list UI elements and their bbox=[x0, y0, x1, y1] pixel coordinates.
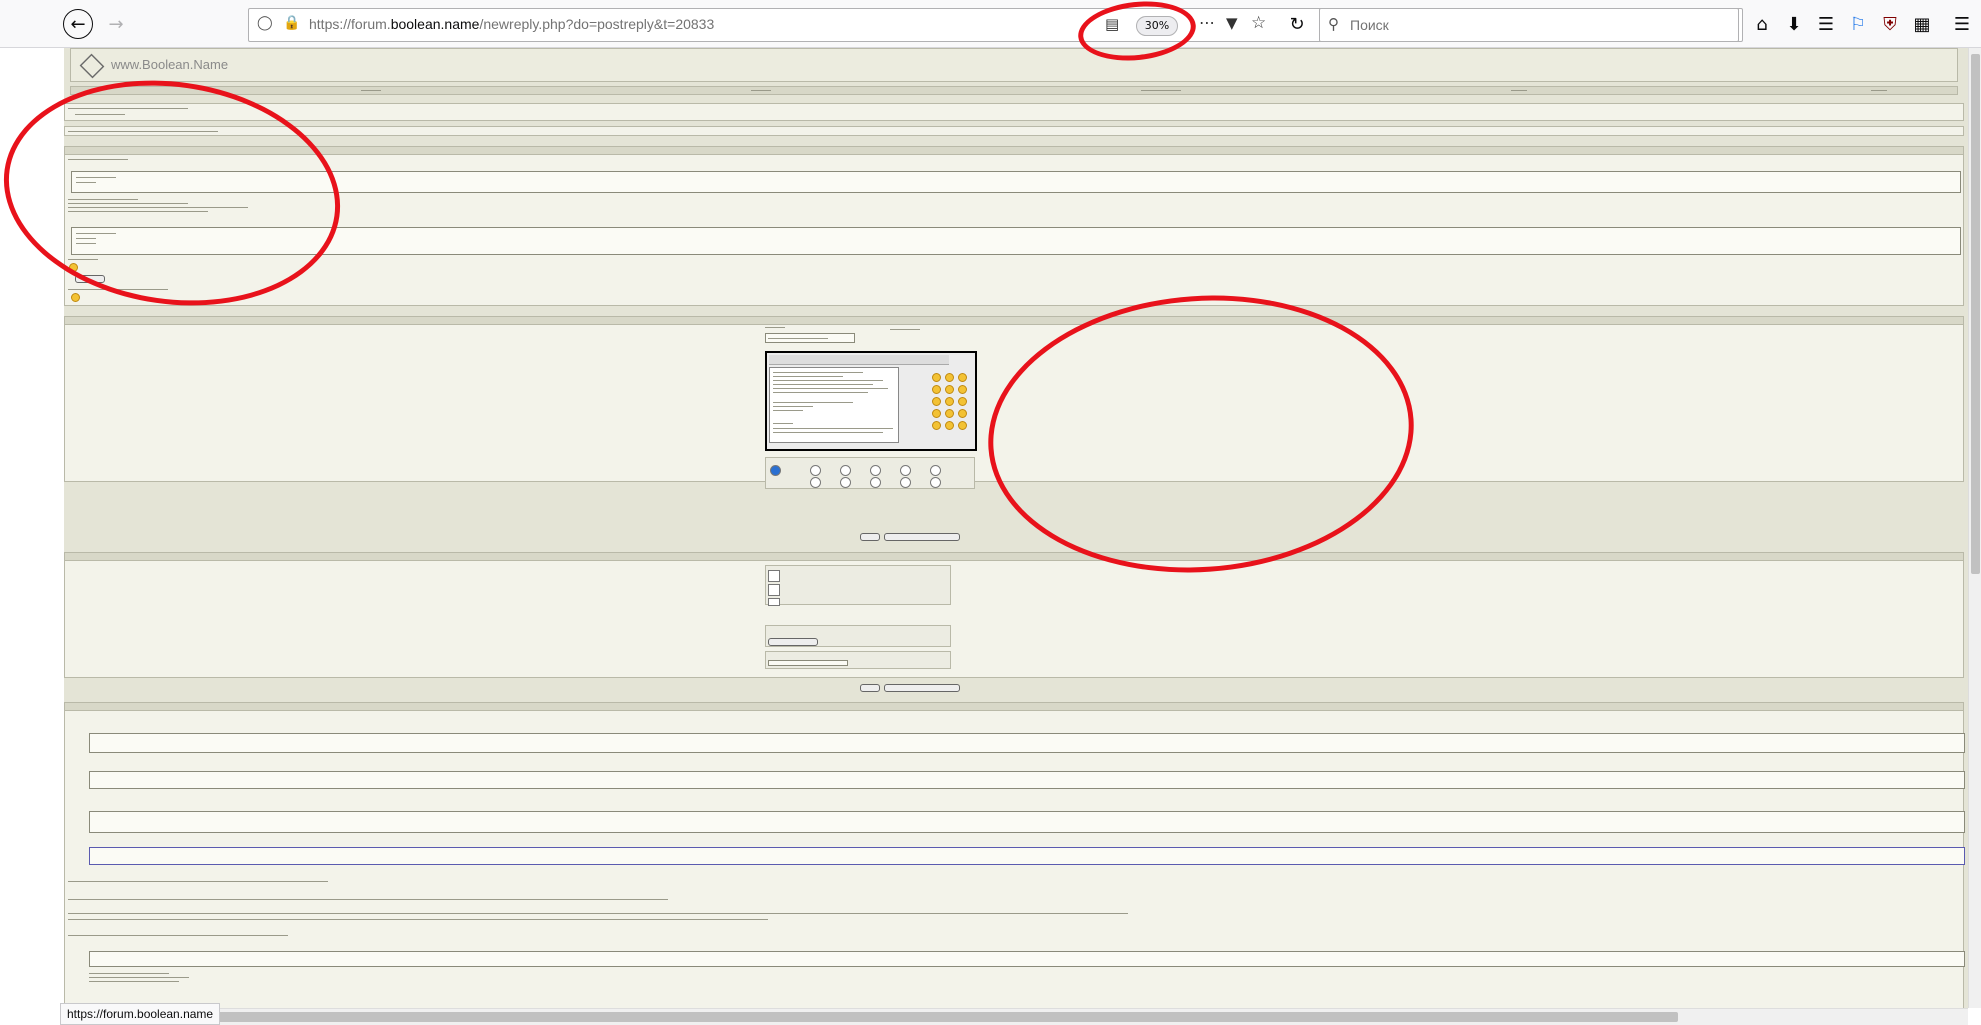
submit-reply-button[interactable] bbox=[860, 533, 880, 541]
thread-review-panel bbox=[64, 702, 1965, 1008]
option-checkbox[interactable] bbox=[768, 570, 780, 582]
quote-box bbox=[89, 771, 1965, 789]
url-text[interactable]: https://forum.boolean.name/newreply.php?… bbox=[309, 16, 714, 32]
post-icon-radio[interactable] bbox=[900, 465, 911, 476]
page-content: www.Boolean.Name bbox=[64, 48, 1968, 1008]
menu-icon[interactable]: ☰ bbox=[1946, 8, 1978, 40]
reload-icon[interactable]: ↻ bbox=[1281, 8, 1313, 40]
message-textarea[interactable] bbox=[769, 367, 899, 443]
browser-toolbar: ← → ◯ 🔒 https://forum.boolean.name/newre… bbox=[0, 0, 1981, 48]
search-icon: ⚲ bbox=[1328, 16, 1339, 33]
quote-box bbox=[89, 733, 1965, 753]
rating-select[interactable] bbox=[768, 660, 848, 666]
option-checkbox[interactable] bbox=[768, 598, 780, 606]
more-icon[interactable]: ⋯ bbox=[1199, 13, 1215, 32]
lock-icon[interactable]: 🔒 bbox=[283, 15, 300, 31]
library-icon[interactable]: ☰ bbox=[1810, 8, 1842, 40]
quote-box bbox=[89, 951, 1965, 967]
extensions-icon[interactable]: ▦ bbox=[1906, 8, 1938, 40]
search-input[interactable]: Поиск bbox=[1350, 17, 1389, 33]
additional-options-panel bbox=[64, 552, 1964, 678]
post-icons-box bbox=[765, 457, 975, 489]
editor-frame[interactable] bbox=[765, 351, 977, 451]
scrollbar-thumb[interactable] bbox=[68, 1012, 1678, 1022]
post-icon-radio[interactable] bbox=[840, 477, 851, 488]
post-icon-radio[interactable] bbox=[900, 477, 911, 488]
back-icon[interactable]: ← bbox=[63, 9, 93, 39]
horizontal-scrollbar[interactable] bbox=[64, 1008, 1968, 1025]
forward-icon[interactable]: → bbox=[100, 8, 132, 40]
post-icon-radio[interactable] bbox=[870, 465, 881, 476]
code-box bbox=[89, 847, 1965, 865]
preview-header bbox=[65, 147, 1963, 155]
misc-options bbox=[765, 565, 951, 606]
vertical-scrollbar[interactable] bbox=[1968, 48, 1981, 1008]
post-icon-radio[interactable] bbox=[870, 477, 881, 488]
quote-box bbox=[71, 171, 1961, 193]
post-icon-radio[interactable] bbox=[810, 477, 821, 488]
post-icon-radio[interactable] bbox=[930, 465, 941, 476]
options-header bbox=[65, 553, 1963, 561]
reply-header bbox=[65, 317, 1963, 325]
translate-icon[interactable]: ⚐ bbox=[1842, 8, 1874, 40]
logo-icon bbox=[79, 53, 105, 79]
bookmark-star-icon[interactable]: ☆ bbox=[1251, 13, 1266, 33]
home-icon[interactable]: ⌂ bbox=[1746, 8, 1778, 40]
preview-post-panel bbox=[64, 146, 1964, 306]
option-checkbox[interactable] bbox=[768, 584, 780, 596]
thread-title-bar bbox=[64, 126, 1964, 136]
pocket-icon[interactable]: ▼ bbox=[1226, 14, 1238, 32]
search-bar[interactable]: ⚲ Поиск bbox=[1319, 8, 1739, 42]
quote-box bbox=[71, 227, 1961, 255]
shield-icon[interactable]: ◯ bbox=[257, 15, 273, 31]
post-icon-radio[interactable] bbox=[810, 465, 821, 476]
attachments-box bbox=[765, 625, 951, 647]
preview-post-button-2[interactable] bbox=[884, 684, 960, 692]
post-icon-radio[interactable] bbox=[840, 465, 851, 476]
post-icon-radio[interactable] bbox=[930, 477, 941, 488]
review-header bbox=[65, 703, 1963, 711]
download-icon[interactable]: ⬇ bbox=[1778, 8, 1810, 40]
title-field[interactable] bbox=[765, 333, 855, 343]
rating-box bbox=[765, 651, 951, 669]
manage-attachments-button[interactable] bbox=[768, 638, 818, 646]
ublock-icon[interactable]: ⛨ bbox=[1874, 8, 1906, 40]
scrollbar-thumb[interactable] bbox=[1971, 54, 1980, 574]
editor-toolbar[interactable] bbox=[769, 355, 949, 365]
preview-post-button[interactable] bbox=[884, 533, 960, 541]
code-box bbox=[89, 811, 1965, 833]
submit-reply-button-2[interactable] bbox=[860, 684, 880, 692]
post-icon-radio[interactable] bbox=[770, 465, 781, 476]
site-header: www.Boolean.Name bbox=[70, 48, 1958, 82]
status-url-tooltip: https://forum.boolean.name bbox=[60, 1003, 221, 1025]
smiley-icon bbox=[71, 293, 80, 302]
breadcrumb[interactable] bbox=[64, 103, 1964, 121]
nav-bar[interactable] bbox=[70, 86, 1958, 95]
site-logo-text: www.Boolean.Name bbox=[111, 57, 229, 72]
